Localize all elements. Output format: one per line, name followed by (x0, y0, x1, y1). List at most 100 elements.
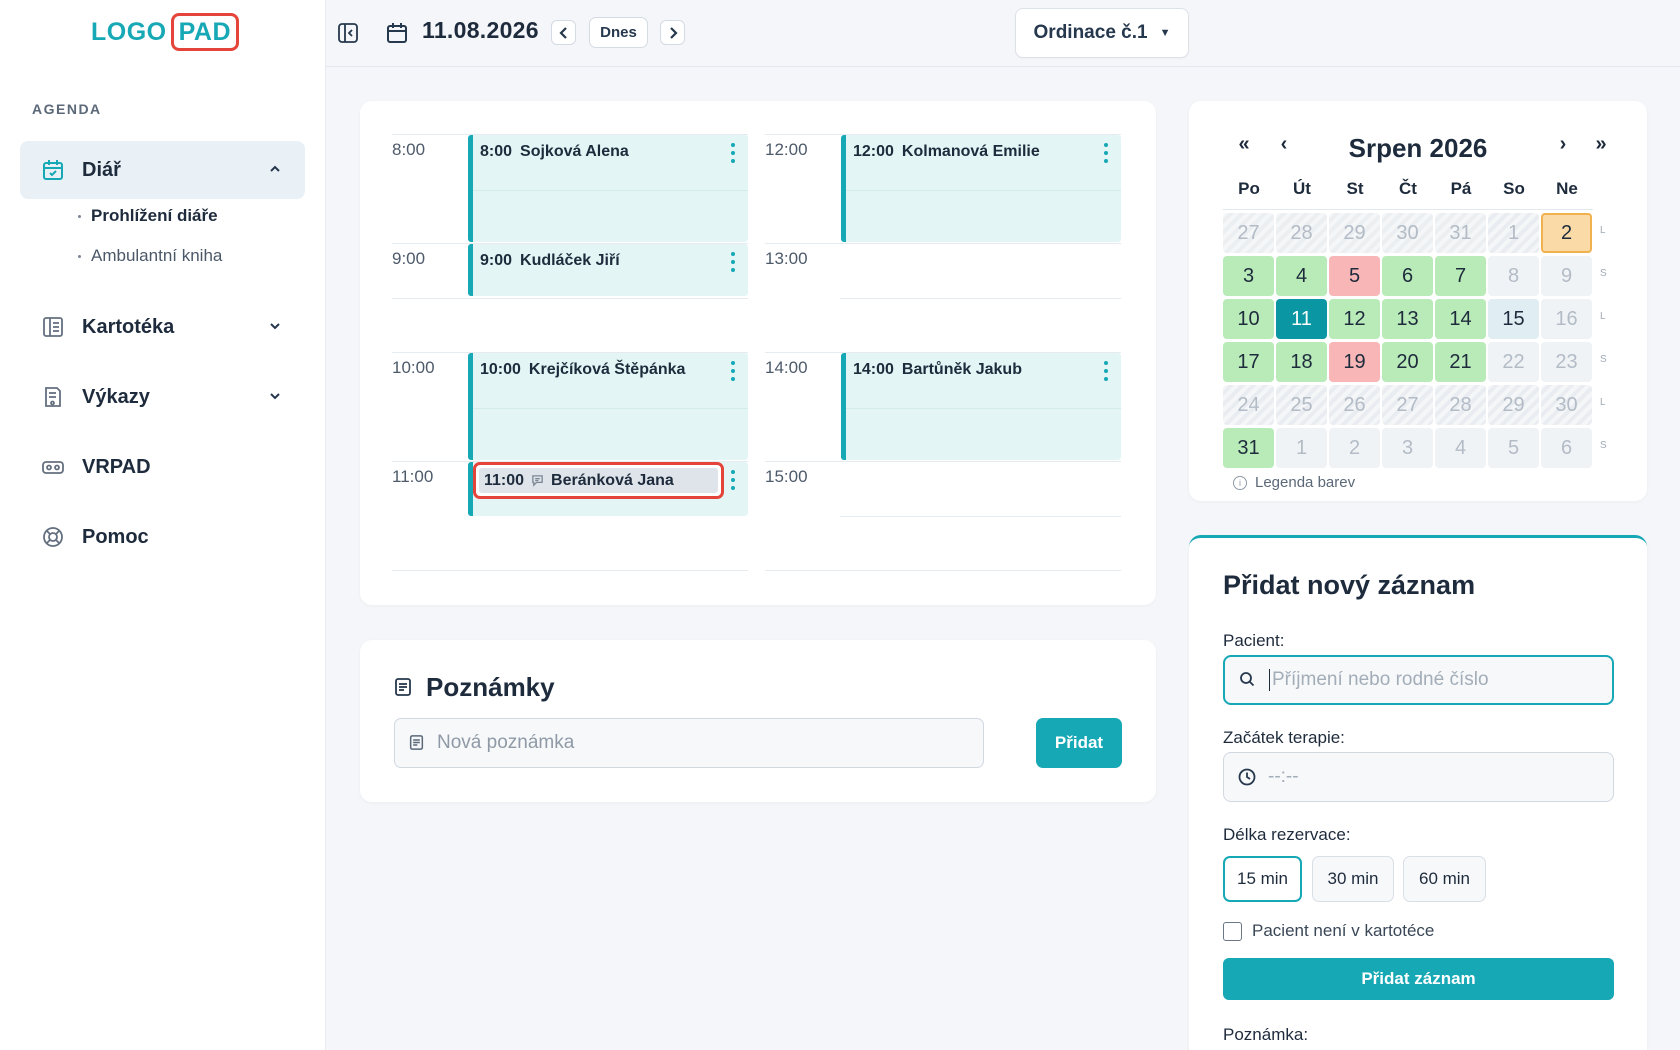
kebab-menu-icon[interactable] (730, 143, 736, 163)
calendar-day[interactable]: 21 (1435, 342, 1486, 382)
appointment-patient: Bartůněk Jakub (901, 361, 1022, 378)
calendar-day[interactable]: 28 (1276, 213, 1327, 253)
calendar-day[interactable]: 29 (1329, 213, 1380, 253)
new-note-field[interactable] (394, 718, 984, 768)
calendar-day[interactable]: 10 (1223, 299, 1274, 339)
calendar-day[interactable]: 3 (1382, 428, 1433, 468)
start-time-field[interactable] (1223, 752, 1614, 802)
today-button[interactable]: Dnes (589, 17, 648, 48)
duration-15-button[interactable]: 15 min (1223, 856, 1302, 902)
not-in-file-checkbox-row[interactable]: Pacient není v kartotéce (1223, 921, 1434, 941)
calendar-day[interactable]: 29 (1488, 385, 1539, 425)
appointment-selected[interactable]: 11:00 Beránková Jana (473, 462, 724, 499)
calendar-day[interactable]: 27 (1223, 213, 1274, 253)
appointment-time: 8:00 (480, 143, 513, 160)
time-label: 12:00 (765, 140, 808, 159)
sidebar-item-pomoc[interactable]: Pomoc (20, 508, 305, 566)
kebab-menu-icon[interactable] (730, 470, 736, 490)
sidebar-item-vykazy[interactable]: Výkazy (20, 368, 305, 426)
chevron-down-icon (267, 388, 283, 404)
calendar-day[interactable]: 25 (1276, 385, 1327, 425)
sidebar-subitem-ambulantni[interactable]: Ambulantní kniha (78, 246, 222, 266)
calendar-icon[interactable] (383, 19, 411, 47)
add-note-button[interactable]: Přidat (1036, 718, 1122, 768)
calendar-day[interactable]: 31 (1435, 213, 1486, 253)
appointment-title: 8:00 Sojková Alena (480, 143, 629, 161)
sidebar-item-label: VRPAD (82, 455, 151, 478)
not-in-file-checkbox[interactable] (1223, 921, 1242, 941)
calendar-day-selected[interactable]: 11 (1276, 299, 1327, 339)
calendar-day[interactable]: 16 (1541, 299, 1592, 339)
calendar-day[interactable]: 7 (1435, 256, 1486, 296)
color-legend-link[interactable]: i Legenda barev (1233, 474, 1355, 491)
logo[interactable]: LOGO PAD (91, 13, 240, 51)
current-date[interactable]: 11.08.2026 (422, 17, 539, 44)
calendar-day[interactable]: 12 (1329, 299, 1380, 339)
sidebar-collapse-icon[interactable] (335, 20, 361, 46)
appointment-block[interactable]: 10:00 Krejčíková Štěpánka (468, 353, 748, 460)
calendar-day[interactable]: 14 (1435, 299, 1486, 339)
appointment-block[interactable]: 14:00 Bartůněk Jakub (841, 353, 1121, 460)
sidebar-item-vrpad[interactable]: VRPAD (20, 438, 305, 496)
calendar-day[interactable]: 2 (1329, 428, 1380, 468)
calendar-day[interactable]: 30 (1382, 213, 1433, 253)
calendar-day[interactable]: 1 (1488, 213, 1539, 253)
new-note-input[interactable] (437, 732, 957, 754)
calendar-check-icon (40, 157, 66, 183)
sidebar-subitem-prohlizeni[interactable]: Prohlížení diáře (78, 206, 218, 226)
last-month-button[interactable]: » (1590, 133, 1612, 156)
calendar-day[interactable]: 20 (1382, 342, 1433, 382)
calendar-day[interactable]: 31 (1223, 428, 1274, 468)
kebab-menu-icon[interactable] (730, 252, 736, 272)
calendar-day[interactable]: 1 (1276, 428, 1327, 468)
calendar-day[interactable]: 13 (1382, 299, 1433, 339)
next-month-button[interactable]: › (1552, 133, 1574, 156)
appointment-time: 11:00 (484, 471, 525, 489)
calendar-day[interactable]: 6 (1382, 256, 1433, 296)
appointment-block[interactable]: 8:00 Sojková Alena (468, 135, 748, 242)
add-record-button[interactable]: Přidat záznam (1223, 958, 1614, 1000)
calendar-day[interactable]: 26 (1329, 385, 1380, 425)
kebab-menu-icon[interactable] (730, 361, 736, 381)
kebab-menu-icon[interactable] (1103, 361, 1109, 381)
appointment-block[interactable]: 12:00 Kolmanová Emilie (841, 135, 1121, 242)
calendar-day[interactable]: 19 (1329, 342, 1380, 382)
calendar-day[interactable]: 5 (1329, 256, 1380, 296)
time-label: 15:00 (765, 467, 808, 486)
weekday-header: Ne (1556, 179, 1578, 198)
calendar-day[interactable]: 3 (1223, 256, 1274, 296)
slot-divider (765, 243, 1121, 244)
time-label: 14:00 (765, 358, 808, 377)
calendar-day[interactable]: 23 (1541, 342, 1592, 382)
next-day-button[interactable] (660, 20, 685, 45)
calendar-day[interactable]: 5 (1488, 428, 1539, 468)
sidebar-item-diar[interactable]: Diář (20, 141, 305, 199)
prev-day-button[interactable] (551, 20, 576, 45)
calendar-day[interactable]: 4 (1276, 256, 1327, 296)
calendar-day-highlighted[interactable]: 2 (1541, 213, 1592, 253)
patient-search-field[interactable] (1223, 655, 1614, 705)
calendar-day[interactable]: 4 (1435, 428, 1486, 468)
duration-30-button[interactable]: 30 min (1312, 856, 1394, 902)
appointment-patient: Krejčíková Štěpánka (528, 361, 686, 378)
calendar-day[interactable]: 15 (1488, 299, 1539, 339)
calendar-day[interactable]: 6 (1541, 428, 1592, 468)
calendar-day[interactable]: 17 (1223, 342, 1274, 382)
appointment-block[interactable]: 9:00 Kudláček Jiří (468, 244, 748, 296)
office-select[interactable]: Ordinace č.1 ▼ (1015, 8, 1189, 58)
calendar-day[interactable]: 27 (1382, 385, 1433, 425)
calendar-day[interactable]: 30 (1541, 385, 1592, 425)
calendar-day[interactable]: 24 (1223, 385, 1274, 425)
comment-icon (531, 474, 544, 487)
start-time-input[interactable] (1268, 766, 1588, 788)
calendar-day[interactable]: 18 (1276, 342, 1327, 382)
calendar-day[interactable]: 9 (1541, 256, 1592, 296)
sidebar-item-kartoteka[interactable]: Kartotéka (20, 298, 305, 356)
calendar-day[interactable]: 28 (1435, 385, 1486, 425)
duration-60-button[interactable]: 60 min (1403, 856, 1486, 902)
kebab-menu-icon[interactable] (1103, 143, 1109, 163)
patient-search-input[interactable] (1272, 669, 1592, 691)
slot-divider (392, 570, 748, 571)
calendar-day[interactable]: 22 (1488, 342, 1539, 382)
calendar-day[interactable]: 8 (1488, 256, 1539, 296)
